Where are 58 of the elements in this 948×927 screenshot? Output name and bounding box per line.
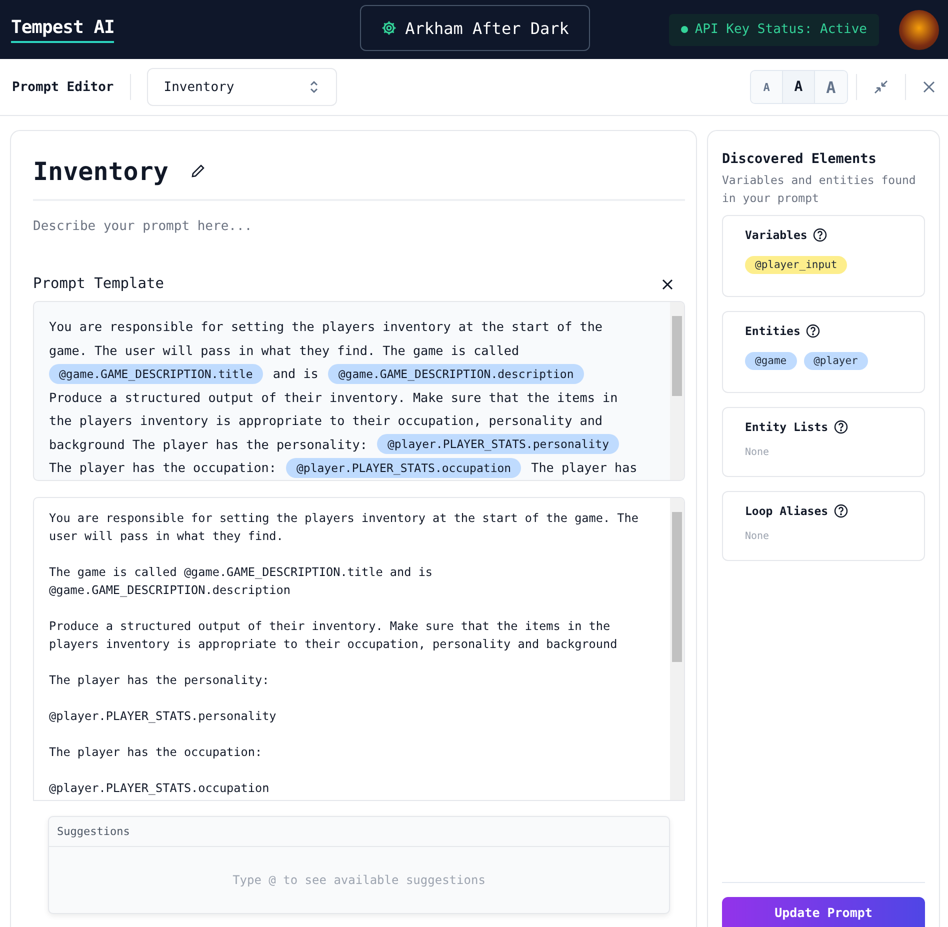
editor-title: Prompt Editor [12,80,114,94]
template-source-text: @player.PLAYER_STATS.personality [49,708,278,725]
token-chip: @game.GAME_DESCRIPTION.title [49,364,263,384]
font-size-button[interactable]: A [783,71,815,103]
sidebar-title: Discovered Elements [722,151,878,167]
template-text: background The player has the personality: [49,436,368,452]
empty-text: None [745,531,770,542]
template-text: game. The user will pass in what they find. The game is called [49,342,520,358]
token-chip: @player.PLAYER_STATS.personality [377,434,620,454]
section-title: Entities [745,324,800,338]
template-source-text: The player has the personality: [49,672,270,689]
element-chip[interactable]: @game [745,352,797,370]
collapse-icon[interactable] [873,79,889,95]
suggestions-title: Suggestions [57,825,130,838]
template-label: Prompt Template [33,276,164,292]
template-text: The player has [531,460,638,476]
token-chip: @player.PLAYER_STATS.occupation [286,458,522,478]
template-text: Produce a structured output of their inventory. Make sure that the items in [49,390,618,405]
template-preview[interactable] [33,301,685,481]
close-icon[interactable] [662,278,673,290]
update-prompt-button[interactable]: Update Prompt [722,897,925,927]
element-chip[interactable]: @player [804,352,868,370]
help-icon[interactable] [806,324,820,338]
avatar-image[interactable] [899,10,939,50]
section-title: Variables [745,228,808,242]
description-field[interactable]: Describe your prompt here... [33,201,685,236]
template-text: and is [272,366,318,382]
font-size-button[interactable]: A [751,71,783,103]
suggestions-empty-text: Type @ to see available suggestions [232,873,486,887]
prompt-title: Inventory [33,156,168,186]
gear-icon [381,20,398,36]
template-text: You are responsible for setting the players inventory at the start of the [49,319,602,334]
api-status-text: API Key Status: Active [694,22,867,37]
scrollbar[interactable] [670,498,684,800]
template-source-text: Produce a structured output of their inventory. Make sure that the items in the players inventory is appropriate to their occupation, personality and background [49,618,618,653]
empty-text: None [745,447,770,458]
section-title: Entity Lists [745,420,828,434]
project-button[interactable]: Arkham After Dark [360,5,590,51]
template-text: the players inventory is appropriate to their occupation, personality and [49,413,602,428]
template-text: The player has the occupation: [49,460,276,476]
section-title: Loop Aliases [745,504,828,518]
template-source-text: You are responsible for setting the players inventory at the start of the game. The user will pass in what they find. [49,510,640,545]
help-icon[interactable] [834,504,848,518]
sidebar-subtitle: Variables and entities found in your prompt [722,172,917,207]
template-source-text: @player.PLAYER_STATS.occupation [49,780,270,797]
template-source-text: The game is called @game.GAME_DESCRIPTION.title and is @game.GAME_DESCRIPTION.description [49,564,434,599]
brand-logo[interactable]: Tempest AI [11,16,114,42]
template-source-text: The player has the occupation: [49,744,264,761]
help-icon[interactable] [813,228,828,242]
token-chip: @game.GAME_DESCRIPTION.description [328,364,584,384]
font-size-button[interactable]: A [815,71,847,103]
pencil-icon[interactable] [190,163,206,179]
element-chip[interactable]: @player_input [745,256,848,274]
prompt-select[interactable]: Inventory [146,68,337,106]
chevron-icon [308,79,320,95]
help-icon[interactable] [834,420,848,434]
template-source-field[interactable] [33,497,685,801]
scrollbar[interactable] [670,302,684,480]
